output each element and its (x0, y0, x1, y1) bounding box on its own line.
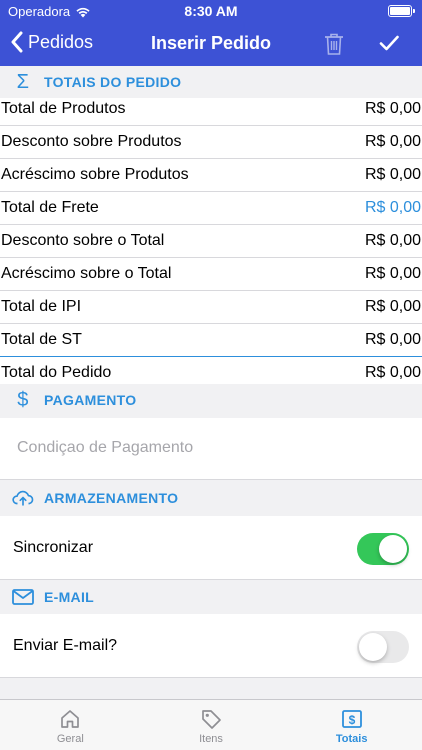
dollar-icon: $ (17, 388, 29, 411)
row-value: R$ 0,00 (364, 166, 421, 183)
row-value: R$ 0,00 (364, 232, 421, 249)
tag-icon (202, 710, 221, 729)
trash-icon (325, 33, 343, 55)
payment-header-label: PAGAMENTO (44, 392, 137, 408)
total-row-st: Total de ST R$ 0,00 (0, 324, 422, 357)
row-value: R$ 0,00 (364, 331, 421, 348)
row-label: Total de Produtos (1, 100, 126, 117)
row-value: R$ 0,00 (364, 100, 421, 117)
total-row-ipi: Total de IPI R$ 0,00 (0, 291, 422, 324)
row-value: R$ 0,00 (364, 265, 421, 282)
total-row-desconto-produtos: Desconto sobre Produtos R$ 0,00 (0, 126, 422, 159)
sigma-icon: Σ (16, 70, 30, 93)
navigation-bar: Pedidos Inserir Pedido (0, 22, 422, 66)
email-header-label: E-MAIL (44, 589, 95, 605)
storage-section-header: ARMAZENAMENTO (0, 482, 422, 514)
row-label: Desconto sobre Produtos (1, 133, 182, 150)
row-label: Total do Pedido (1, 364, 112, 381)
send-email-toggle[interactable] (357, 631, 409, 663)
svg-text:$: $ (348, 713, 355, 727)
row-label: Desconto sobre o Total (1, 232, 165, 249)
payment-section-header: $ PAGAMENTO (0, 384, 422, 416)
sync-row: Sincronizar (0, 516, 422, 580)
row-label: Acréscimo sobre o Total (1, 265, 172, 282)
payment-condition-field[interactable]: Condiçao de Pagamento (0, 418, 422, 480)
send-email-row: Enviar E-mail? (0, 614, 422, 678)
tab-geral[interactable]: Geral (0, 700, 141, 750)
sync-label: Sincronizar (13, 539, 94, 556)
dollar-box-icon: $ (341, 710, 362, 728)
tab-bar: Geral Itens $ Totais (0, 699, 422, 750)
total-row-pedido: Total do Pedido R$ 0,00 (0, 357, 422, 384)
totals-header-label: TOTAIS DO PEDIDO (44, 74, 182, 90)
frete-value-field[interactable]: R$ 0,00 (365, 199, 422, 217)
row-label: Total de Frete (1, 199, 99, 216)
row-value: R$ 0,00 (364, 298, 421, 315)
total-row-frete[interactable]: Total de Frete R$ 0,00 (0, 192, 422, 225)
total-row-acrescimo-produtos: Acréscimo sobre Produtos R$ 0,00 (0, 159, 422, 192)
sync-toggle[interactable] (357, 533, 409, 565)
row-label: Acréscimo sobre Produtos (1, 166, 189, 183)
status-time: 8:30 AM (184, 3, 238, 19)
total-row-desconto-total: Desconto sobre o Total R$ 0,00 (0, 225, 422, 258)
status-bar: Operadora 8:30 AM (0, 0, 422, 22)
email-section-header: E-MAIL (0, 581, 422, 613)
cloud-upload-icon (12, 489, 34, 507)
row-label: Total de ST (1, 331, 82, 348)
envelope-icon (12, 589, 34, 605)
battery-icon (388, 5, 415, 17)
send-email-label: Enviar E-mail? (13, 637, 118, 654)
row-label: Total de IPI (1, 298, 82, 315)
total-row-acrescimo-total: Acréscimo sobre o Total R$ 0,00 (0, 258, 422, 291)
tab-label: Itens (199, 733, 223, 745)
row-value: R$ 0,00 (364, 133, 421, 150)
tab-totais[interactable]: $ Totais (281, 700, 422, 750)
chevron-left-icon (11, 31, 23, 53)
back-button[interactable]: Pedidos (10, 31, 93, 53)
delete-button[interactable] (323, 32, 345, 61)
confirm-button[interactable] (378, 32, 400, 59)
payment-condition-placeholder: Condiçao de Pagamento (17, 439, 194, 456)
totals-list: Total de Produtos R$ 0,00 Desconto sobre… (0, 98, 422, 384)
storage-header-label: ARMAZENAMENTO (44, 490, 179, 506)
total-row-produtos: Total de Produtos R$ 0,00 (0, 98, 422, 126)
tab-label: Totais (335, 733, 368, 745)
home-icon (61, 710, 80, 728)
back-label: Pedidos (28, 31, 94, 52)
totals-section-header: Σ TOTAIS DO PEDIDO (0, 66, 422, 98)
tab-label: Geral (56, 733, 84, 745)
tab-itens[interactable]: Itens (141, 700, 282, 750)
row-value: R$ 0,00 (364, 364, 421, 381)
checkmark-icon (379, 35, 399, 51)
